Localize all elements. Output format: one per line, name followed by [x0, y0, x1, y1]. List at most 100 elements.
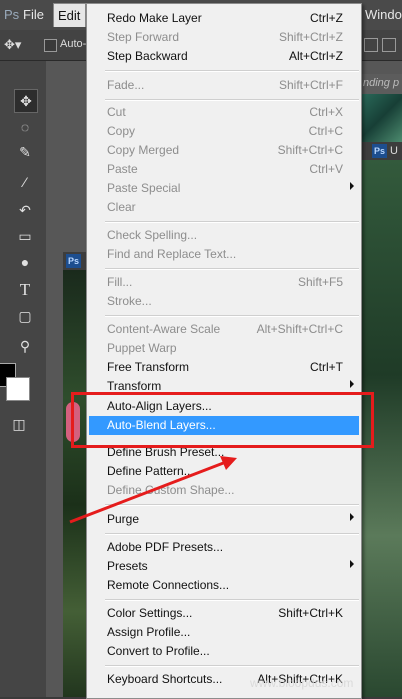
menu-item-step-backward[interactable]: Step Backward Alt+Ctrl+Z	[89, 47, 359, 66]
menu-item-shortcut: Shift+F5	[297, 275, 343, 289]
edit-menu-dropdown: Redo Make Layer Ctrl+Z Step Forward Shift+…	[86, 3, 362, 699]
menu-item-presets[interactable]: Presets	[89, 557, 359, 576]
menu-item-shortcut: Shift+Ctrl+F	[278, 78, 343, 92]
menu-item-label: Define Pattern...	[107, 464, 194, 478]
menu-separator	[105, 315, 359, 317]
menu-window[interactable]: Windo	[365, 7, 402, 22]
menu-item-copy-merged[interactable]: Copy Merged Shift+Ctrl+C	[89, 141, 359, 160]
menu-item-label: Step Backward	[107, 49, 188, 63]
quick-mask-icon[interactable]: ◫	[8, 413, 30, 435]
distribute-icon[interactable]	[382, 38, 396, 52]
menu-item-shortcut: Ctrl+V	[309, 162, 343, 176]
menu-separator	[105, 221, 359, 223]
menu-item-shortcut: Ctrl+T	[310, 360, 343, 374]
menu-item-shortcut: Shift+Ctrl+C	[277, 143, 343, 157]
menu-separator	[105, 99, 359, 101]
menu-item-label: Redo Make Layer	[107, 11, 202, 25]
gradient-tool-icon[interactable]: ▭	[14, 225, 36, 247]
menu-item-color-settings[interactable]: Color Settings... Shift+Ctrl+K	[89, 604, 359, 623]
menu-item-label: Fill...	[107, 275, 133, 289]
menu-item-label: Find and Replace Text...	[107, 247, 237, 261]
move-tool-preset-icon[interactable]: ✥▾	[4, 37, 21, 53]
align-icon[interactable]	[364, 38, 378, 52]
menu-item-remote-connections[interactable]: Remote Connections...	[89, 576, 359, 595]
menu-item-label: Stroke...	[107, 294, 152, 308]
move-tool-icon[interactable]: ✥	[14, 89, 38, 113]
menu-item-assign-profile[interactable]: Assign Profile...	[89, 623, 359, 642]
menu-item-shortcut: Alt+Ctrl+Z	[288, 49, 343, 63]
auto-select-label: Auto-	[60, 38, 87, 50]
menu-item-purge[interactable]: Purge	[89, 510, 359, 529]
menu-item-find-replace[interactable]: Find and Replace Text...	[89, 245, 359, 264]
document-right-title[interactable]: nding p	[360, 74, 402, 94]
menu-separator	[105, 268, 359, 270]
menu-separator	[105, 665, 359, 667]
zoom-tool-icon[interactable]: ⚲	[14, 335, 36, 357]
menu-item-label: Cut	[107, 105, 126, 119]
menu-item-step-forward[interactable]: Step Forward Shift+Ctrl+Z	[89, 28, 359, 47]
menu-item-label: Paste Special	[107, 181, 181, 195]
menu-item-fill[interactable]: Fill... Shift+F5	[89, 273, 359, 292]
background-color-swatch[interactable]	[6, 377, 30, 401]
menu-item-label: Remote Connections...	[107, 578, 230, 592]
menu-item-label: Presets	[107, 559, 148, 573]
menu-item-label: Clear	[107, 200, 136, 214]
menu-item-paste-special[interactable]: Paste Special	[89, 179, 359, 198]
document-right-title-text: nding p	[363, 77, 400, 89]
annotation-highlight-box	[71, 392, 374, 448]
auto-select-checkbox[interactable]	[44, 39, 57, 52]
brush-tool-icon[interactable]: ⁄	[14, 171, 36, 193]
menu-item-label: Content-Aware Scale	[107, 322, 221, 336]
menu-item-label: Color Settings...	[107, 606, 193, 620]
menu-item-label: Paste	[107, 162, 138, 176]
lasso-tool-icon[interactable]: ◌	[14, 116, 36, 138]
menu-item-free-transform[interactable]: Free Transform Ctrl+T	[89, 358, 359, 377]
history-brush-tool-icon[interactable]: ↶	[14, 199, 36, 221]
tools-panel: ✥ ◌ ✎ ⁄ ↶ ▭ ● T ▢ ⚲ ◫	[0, 61, 47, 697]
menu-item-label: Adobe PDF Presets...	[107, 540, 224, 554]
type-tool-icon[interactable]: T	[14, 279, 36, 301]
eyedropper-tool-icon[interactable]: ✎	[14, 141, 36, 163]
menu-item-shortcut: Ctrl+C	[308, 124, 343, 138]
document-right-tab[interactable]: Ps U	[360, 142, 402, 160]
menu-item-label: Copy Merged	[107, 143, 180, 157]
menu-item-label: Puppet Warp	[107, 341, 177, 355]
menu-item-stroke[interactable]: Stroke...	[89, 292, 359, 311]
menu-item-label: Copy	[107, 124, 136, 138]
menu-item-fade[interactable]: Fade... Shift+Ctrl+F	[89, 76, 359, 95]
dodge-tool-icon[interactable]: ●	[14, 251, 36, 273]
photoshop-logo-icon[interactable]: Ps	[4, 7, 19, 22]
menu-file[interactable]: File	[23, 7, 44, 22]
menu-item-clear[interactable]: Clear	[89, 198, 359, 217]
menu-item-shortcut: Shift+Ctrl+K	[278, 606, 343, 620]
menu-item-content-aware-scale[interactable]: Content-Aware Scale Alt+Shift+Ctrl+C	[89, 320, 359, 339]
menu-item-redo[interactable]: Redo Make Layer Ctrl+Z	[89, 9, 359, 28]
menu-item-label: Assign Profile...	[107, 625, 191, 639]
menu-separator	[105, 504, 359, 506]
menu-item-copy[interactable]: Copy Ctrl+C	[89, 122, 359, 141]
menu-item-define-custom-shape[interactable]: Define Custom Shape...	[89, 481, 359, 500]
menu-item-shortcut: Shift+Ctrl+Z	[278, 30, 343, 44]
menu-edit[interactable]: Edit	[53, 3, 86, 27]
menu-item-define-pattern[interactable]: Define Pattern...	[89, 462, 359, 481]
menu-separator	[105, 70, 359, 72]
menu-item-cut[interactable]: Cut Ctrl+X	[89, 103, 359, 122]
submenu-arrow-icon	[350, 560, 354, 568]
submenu-arrow-icon	[350, 513, 354, 521]
menu-item-label: Purge	[107, 512, 140, 526]
menu-item-label: Free Transform	[107, 360, 190, 374]
menu-item-check-spelling[interactable]: Check Spelling...	[89, 226, 359, 245]
shape-tool-icon[interactable]: ▢	[14, 305, 36, 327]
menu-edit-label: Edit	[58, 8, 81, 23]
menu-item-puppet-warp[interactable]: Puppet Warp	[89, 339, 359, 358]
document-right-tab-label: U	[390, 145, 398, 157]
menu-item-label: Step Forward	[107, 30, 180, 44]
menu-separator	[105, 599, 359, 601]
menu-item-paste[interactable]: Paste Ctrl+V	[89, 160, 359, 179]
menu-item-shortcut: Alt+Shift+Ctrl+C	[256, 322, 343, 336]
watermark-text: www.bloopdus.com	[250, 676, 354, 690]
menu-item-convert-to-profile[interactable]: Convert to Profile...	[89, 642, 359, 661]
menu-item-adobe-pdf-presets[interactable]: Adobe PDF Presets...	[89, 538, 359, 557]
menu-item-label: Check Spelling...	[107, 228, 198, 242]
document-right-image	[360, 94, 402, 142]
